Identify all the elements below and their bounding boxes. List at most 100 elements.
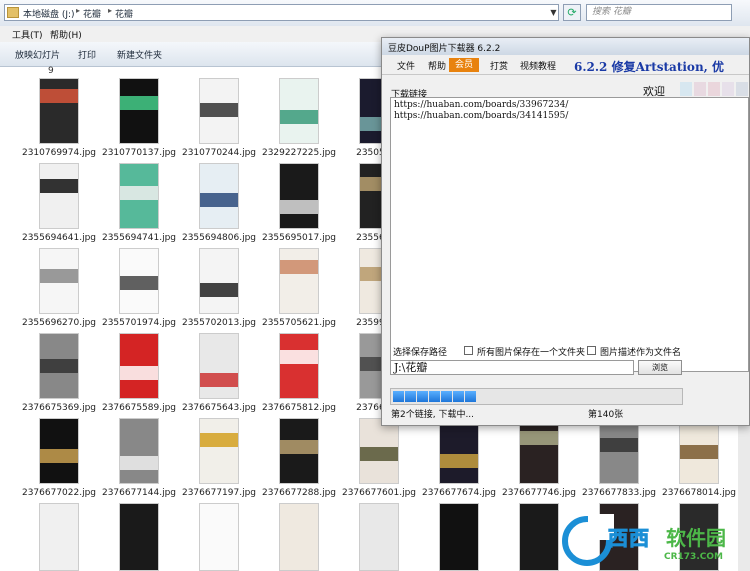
file-item[interactable]: 2376675812.jpg <box>260 333 336 417</box>
file-name: 2376677022.jpg <box>21 488 97 498</box>
file-item[interactable]: 2376677288.jpg <box>260 418 336 502</box>
breadcrumb-separator-icon[interactable]: ▸ <box>76 6 80 15</box>
new-folder-button[interactable]: 新建文件夹 <box>117 48 162 61</box>
file-item[interactable]: 2376677746.jpg <box>500 418 576 502</box>
menu-help[interactable]: 帮助(H) <box>50 28 82 41</box>
file-name: 2310770137.jpg <box>101 148 177 158</box>
thumbnail <box>199 78 239 144</box>
thumbnail[interactable] <box>119 503 159 571</box>
thumbnail <box>39 418 79 484</box>
file-item[interactable]: 2376677144.jpg <box>100 418 176 502</box>
file-name: 2310769974.jpg <box>21 148 97 158</box>
file-item[interactable]: 2376677197.jpg <box>180 418 256 502</box>
thumbnail <box>119 248 159 314</box>
thumbnail[interactable] <box>199 503 239 571</box>
group-header: 9 <box>48 66 54 76</box>
thumbnail[interactable] <box>39 503 79 571</box>
file-name: 2355694641.jpg <box>21 233 97 243</box>
downloader-window: 豆皮DouP图片下载器 6.2.2 文件 帮助 会员 打赏 视频教程 6.2.2… <box>381 37 750 426</box>
thumbnail <box>279 163 319 229</box>
file-item[interactable]: 2355694741.jpg <box>100 163 176 247</box>
avatar <box>694 82 706 96</box>
file-name: 2376675812.jpg <box>261 403 337 413</box>
address-field[interactable]: 本地磁盘 (J:) ▸ 花瓣 ▸ 花瓣 <box>4 4 559 21</box>
file-item[interactable]: 2355694806.jpg <box>180 163 256 247</box>
file-item[interactable]: 2376677601.jpg <box>340 418 416 502</box>
file-item[interactable]: 2355701974.jpg <box>100 248 176 332</box>
progress-segment <box>441 391 452 402</box>
window-title: 豆皮DouP图片下载器 6.2.2 <box>388 44 501 54</box>
watermark-text: 软件园 <box>666 526 726 550</box>
search-input[interactable]: 搜索 花瓣 <box>586 4 732 21</box>
file-item[interactable]: 2376675643.jpg <box>180 333 256 417</box>
file-name: 2376677601.jpg <box>341 488 417 498</box>
file-item[interactable]: 2310770137.jpg <box>100 78 176 162</box>
file-name: 2355705621.jpg <box>261 318 337 328</box>
url-textarea[interactable]: https://huaban.com/boards/33967234/ http… <box>390 97 749 372</box>
avatar <box>722 82 734 96</box>
thumbnail <box>519 418 559 484</box>
menu-video-tutorial[interactable]: 视频教程 <box>520 59 556 72</box>
progress-segment <box>429 391 440 402</box>
save-path-input[interactable]: J:\花瓣 <box>390 360 634 375</box>
file-item[interactable]: 2376677022.jpg <box>20 418 96 502</box>
url-line: https://huaban.com/boards/34141595/ <box>394 111 569 121</box>
thumbnail <box>119 333 159 399</box>
file-item[interactable]: 2376677674.jpg <box>420 418 496 502</box>
file-name: 2376677833.jpg <box>581 488 657 498</box>
file-item[interactable]: 2376675589.jpg <box>100 333 176 417</box>
chevron-down-icon[interactable]: ▼ <box>548 4 559 21</box>
file-item[interactable]: 2376675369.jpg <box>20 333 96 417</box>
file-name: 2376675643.jpg <box>181 403 257 413</box>
progress-segment <box>417 391 428 402</box>
thumbnail <box>199 163 239 229</box>
file-name: 2376677674.jpg <box>421 488 497 498</box>
file-item[interactable]: 2355702013.jpg <box>180 248 256 332</box>
file-item[interactable]: 2376677833.jpg <box>580 418 656 502</box>
title-bar: 豆皮DouP图片下载器 6.2.2 <box>382 38 749 55</box>
file-item[interactable]: 2355705621.jpg <box>260 248 336 332</box>
menu-file[interactable]: 文件 <box>397 59 415 72</box>
file-item[interactable]: 2329227225.jpg <box>260 78 336 162</box>
file-name: 2376678014.jpg <box>661 488 737 498</box>
watermark-text: 西西 <box>608 526 650 551</box>
thumbnail <box>439 418 479 484</box>
breadcrumb-drive[interactable]: 本地磁盘 (J:) <box>23 7 75 20</box>
thumbnail[interactable] <box>439 503 479 571</box>
refresh-icon[interactable]: ⟳ <box>563 4 581 21</box>
download-progress-bar <box>390 388 683 405</box>
file-name: 2355702013.jpg <box>181 318 257 328</box>
drive-icon <box>7 7 19 18</box>
thumbnail[interactable] <box>359 503 399 571</box>
thumbnail <box>119 78 159 144</box>
file-item[interactable]: 2376678014.jpg <box>660 418 736 502</box>
print-button[interactable]: 打印 <box>78 48 96 61</box>
thumbnail <box>679 418 719 484</box>
file-item[interactable]: 2355696270.jpg <box>20 248 96 332</box>
file-item[interactable]: 2355695017.jpg <box>260 163 336 247</box>
avatar <box>680 82 692 96</box>
file-item[interactable]: 2310770244.jpg <box>180 78 256 162</box>
slideshow-button[interactable]: 放映幻灯片 <box>15 48 60 61</box>
progress-segment <box>393 391 404 402</box>
thumbnail[interactable] <box>279 503 319 571</box>
menu-tools[interactable]: 工具(T) <box>12 28 43 41</box>
breadcrumb-subfolder[interactable]: 花瓣 <box>115 7 133 20</box>
breadcrumb-folder[interactable]: 花瓣 <box>83 7 101 20</box>
single-folder-checkbox[interactable] <box>464 346 473 355</box>
menu-donate[interactable]: 打赏 <box>490 59 508 72</box>
avatar <box>736 82 748 96</box>
file-item[interactable]: 2355694641.jpg <box>20 163 96 247</box>
thumbnail <box>39 333 79 399</box>
thumbnail <box>279 248 319 314</box>
thumbnail <box>39 248 79 314</box>
desc-filename-checkbox[interactable] <box>587 346 596 355</box>
menu-help[interactable]: 帮助 <box>428 59 446 72</box>
progress-segment <box>453 391 464 402</box>
thumbnail[interactable] <box>519 503 559 571</box>
browse-button[interactable]: 浏览 <box>638 360 682 375</box>
menu-vip[interactable]: 会员 <box>449 58 479 72</box>
breadcrumb-separator-icon[interactable]: ▸ <box>108 6 112 15</box>
thumbnail <box>199 418 239 484</box>
file-item[interactable]: 2310769974.jpg <box>20 78 96 162</box>
